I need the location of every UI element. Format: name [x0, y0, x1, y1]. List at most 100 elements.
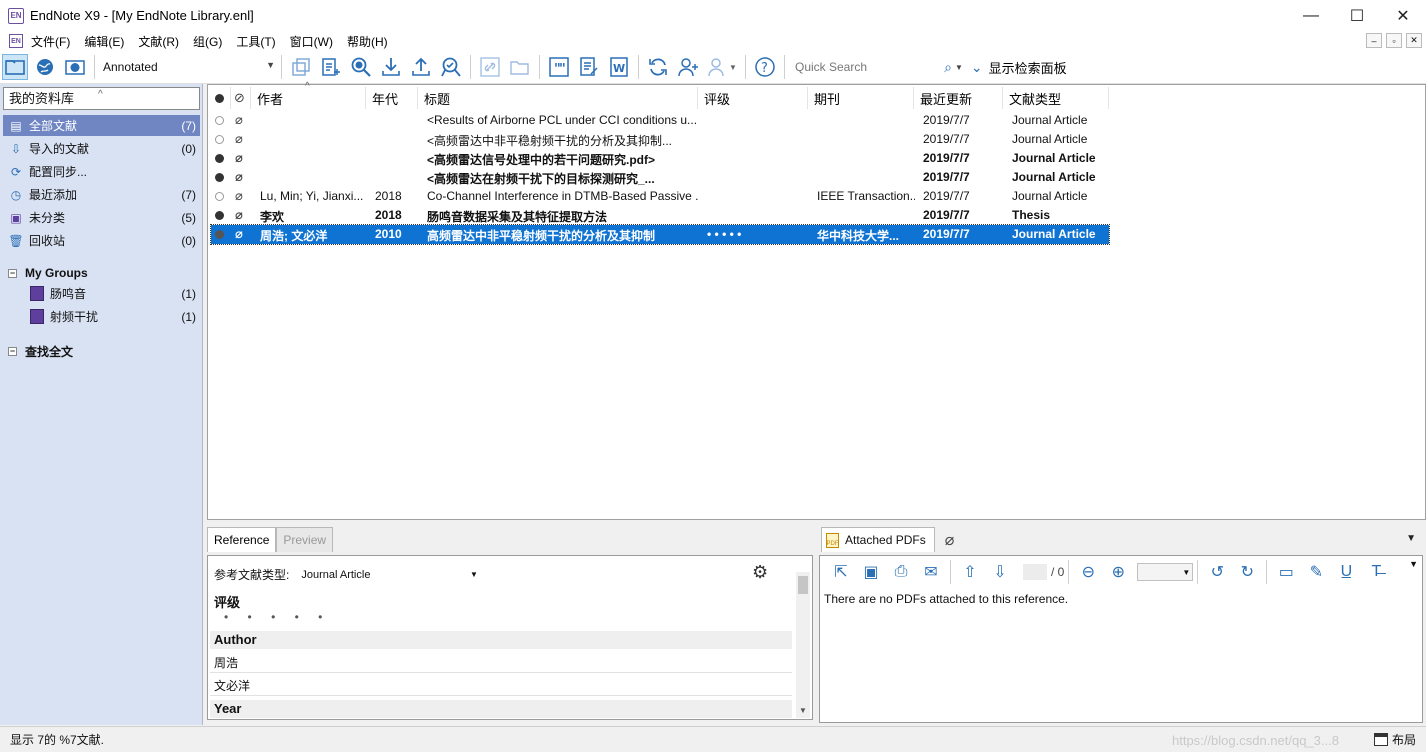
- scrollbar-thumb[interactable]: [798, 576, 808, 594]
- document-logo-icon[interactable]: EN: [9, 34, 23, 48]
- menu-edit[interactable]: 编辑(E): [84, 33, 124, 50]
- comment-icon[interactable]: ▭: [1275, 561, 1297, 583]
- output-style-select[interactable]: Annotated ▼: [99, 56, 277, 78]
- show-search-panel-button[interactable]: ⌄ 显示检索面板: [971, 58, 1067, 77]
- next-page-icon[interactable]: ⇩: [989, 561, 1011, 583]
- collapse-icon[interactable]: −: [8, 347, 17, 356]
- unread-status-icon[interactable]: [215, 173, 224, 182]
- share-group-icon[interactable]: ▼: [705, 54, 739, 80]
- column-reference-type[interactable]: 文献类型: [1003, 87, 1109, 109]
- find-full-text-icon[interactable]: [438, 54, 464, 80]
- chevron-down-icon[interactable]: ▼: [470, 570, 478, 579]
- menu-help[interactable]: 帮助(H): [347, 33, 388, 50]
- rating-field-value[interactable]: • • • • •: [224, 610, 330, 624]
- author-field-value[interactable]: 文必洋: [214, 677, 250, 694]
- mdi-restore-button[interactable]: ▫: [1386, 33, 1402, 48]
- sync-icon[interactable]: [645, 54, 671, 80]
- integrated-library-mode-icon[interactable]: [62, 54, 88, 80]
- maximize-button[interactable]: ☐: [1334, 0, 1380, 31]
- tab-attached-pdfs[interactable]: PDF Attached PDFs: [821, 527, 935, 552]
- open-link-icon[interactable]: [477, 54, 503, 80]
- zoom-out-icon[interactable]: ⊖: [1077, 561, 1099, 583]
- menu-tools[interactable]: 工具(T): [236, 33, 275, 50]
- column-author[interactable]: 作者 ^: [251, 81, 366, 109]
- export-icon[interactable]: [408, 54, 434, 80]
- copy-to-library-icon[interactable]: [288, 54, 314, 80]
- share-library-icon[interactable]: [675, 54, 701, 80]
- rotate-right-icon[interactable]: ↻: [1236, 561, 1258, 583]
- group-imported[interactable]: ⇩ 导入的文献 (0): [3, 138, 200, 159]
- close-button[interactable]: ✕: [1380, 0, 1426, 31]
- return-to-word-icon[interactable]: W: [606, 54, 632, 80]
- help-icon[interactable]: ?: [752, 54, 778, 80]
- insert-citation-icon[interactable]: " ": [546, 54, 572, 80]
- tab-reference[interactable]: Reference: [207, 527, 277, 552]
- layout-button[interactable]: 布局: [1373, 731, 1416, 748]
- reference-row[interactable]: ⌀ Lu, Min; Yi, Jianxi... 2018 Co-Channel In…: [211, 187, 1109, 206]
- zoom-level-select[interactable]: ▼: [1137, 563, 1194, 581]
- format-bibliography-icon[interactable]: [576, 54, 602, 80]
- toolbar-overflow-icon[interactable]: ▼: [1409, 559, 1418, 569]
- page-number-input[interactable]: [1023, 564, 1047, 580]
- reference-row[interactable]: ⌀ 李欢 2018 肠鸣音数据采集及其特征提取方法 2019/7/7 Thesis: [211, 206, 1109, 225]
- reference-row[interactable]: ⌀ <高频雷达信号处理中的若干问题研究.pdf> 2019/7/7 Journal A…: [211, 149, 1109, 168]
- local-library-mode-icon[interactable]: [2, 54, 28, 80]
- read-status-column-header[interactable]: [211, 87, 231, 109]
- minimize-button[interactable]: —: [1288, 0, 1334, 31]
- import-icon[interactable]: [378, 54, 404, 80]
- group-configure-sync[interactable]: ⟳ 配置同步...: [3, 161, 200, 182]
- column-last-updated[interactable]: 最近更新: [914, 87, 1003, 109]
- highlight-icon[interactable]: ✎: [1305, 561, 1327, 583]
- column-journal[interactable]: 期刊: [808, 87, 914, 109]
- group-all-references[interactable]: ▤ 全部文献 (7): [3, 115, 200, 136]
- group-bowel-sounds[interactable]: 肠鸣音 (1): [30, 283, 200, 304]
- column-title[interactable]: 标题: [418, 87, 698, 109]
- reference-row[interactable]: ⌀ <高频雷达在射频干扰下的目标探测研究_... 2019/7/7 Journal A…: [211, 168, 1109, 187]
- zoom-in-icon[interactable]: ⊕: [1107, 561, 1129, 583]
- open-external-icon[interactable]: ⇱: [830, 561, 852, 583]
- new-reference-icon[interactable]: [318, 54, 344, 80]
- unread-status-icon[interactable]: [215, 154, 224, 163]
- scroll-down-arrow-icon[interactable]: ▼: [796, 706, 810, 718]
- panel-collapse-icon[interactable]: ▼: [1406, 533, 1416, 544]
- reference-row[interactable]: ⌀ 周浩; 文必洋 2010 高频雷达中非平稳射频干扰的分析及其抑制 • • • • •…: [210, 224, 1110, 245]
- unread-status-icon[interactable]: [215, 230, 224, 239]
- column-rating[interactable]: 评级: [698, 87, 808, 109]
- library-header[interactable]: 我的资料库 ^: [3, 87, 200, 110]
- rotate-left-icon[interactable]: ↺: [1206, 561, 1228, 583]
- unread-status-icon[interactable]: [215, 211, 224, 220]
- collapse-icon[interactable]: −: [8, 268, 17, 278]
- author-field-value[interactable]: 周浩: [214, 654, 238, 671]
- reference-row[interactable]: ⌀ <高频雷达中非平稳射频干扰的分析及其抑制... 2019/7/7 Journal …: [211, 130, 1109, 149]
- quick-search-input[interactable]: Quick Search: [789, 56, 937, 78]
- mdi-close-button[interactable]: ✕: [1406, 33, 1422, 48]
- email-icon[interactable]: ✉: [920, 561, 942, 583]
- save-icon[interactable]: ▣: [860, 561, 882, 583]
- open-file-icon[interactable]: [507, 54, 533, 80]
- editor-scrollbar[interactable]: ▼: [796, 572, 810, 718]
- menu-groups[interactable]: 组(G): [193, 33, 222, 50]
- reference-row[interactable]: ⌀ <Results of Airborne PCL under CCI cond…: [211, 111, 1109, 130]
- reference-type-select[interactable]: Journal Article: [301, 569, 370, 581]
- underline-icon[interactable]: U̲: [1335, 561, 1357, 583]
- my-groups-header[interactable]: − My Groups: [8, 266, 88, 280]
- attachment-column-header[interactable]: ⊘: [231, 87, 251, 109]
- menu-references[interactable]: 文献(R): [138, 33, 179, 50]
- menu-window[interactable]: 窗口(W): [290, 33, 333, 50]
- group-trash[interactable]: 🗑 回收站 (0): [3, 230, 200, 251]
- online-search-icon[interactable]: [348, 54, 374, 80]
- group-rf-interference[interactable]: 射频干扰 (1): [30, 306, 200, 327]
- column-year[interactable]: 年代: [366, 87, 418, 109]
- search-options-dropdown[interactable]: ▼: [955, 63, 963, 72]
- online-search-mode-icon[interactable]: [32, 54, 58, 80]
- previous-page-icon[interactable]: ⇧: [959, 561, 981, 583]
- menu-file[interactable]: 文件(F): [31, 33, 70, 50]
- strikethrough-icon[interactable]: T̶: [1365, 561, 1387, 583]
- find-full-text-header[interactable]: − 查找全文: [8, 343, 73, 360]
- read-status-icon[interactable]: [215, 116, 224, 125]
- mdi-minimize-button[interactable]: –: [1366, 33, 1382, 48]
- paperclip-icon[interactable]: ⌀: [945, 530, 955, 550]
- tab-preview[interactable]: Preview: [276, 527, 334, 552]
- group-recently-added[interactable]: ◷ 最近添加 (7): [3, 184, 200, 205]
- read-status-icon[interactable]: [215, 135, 224, 144]
